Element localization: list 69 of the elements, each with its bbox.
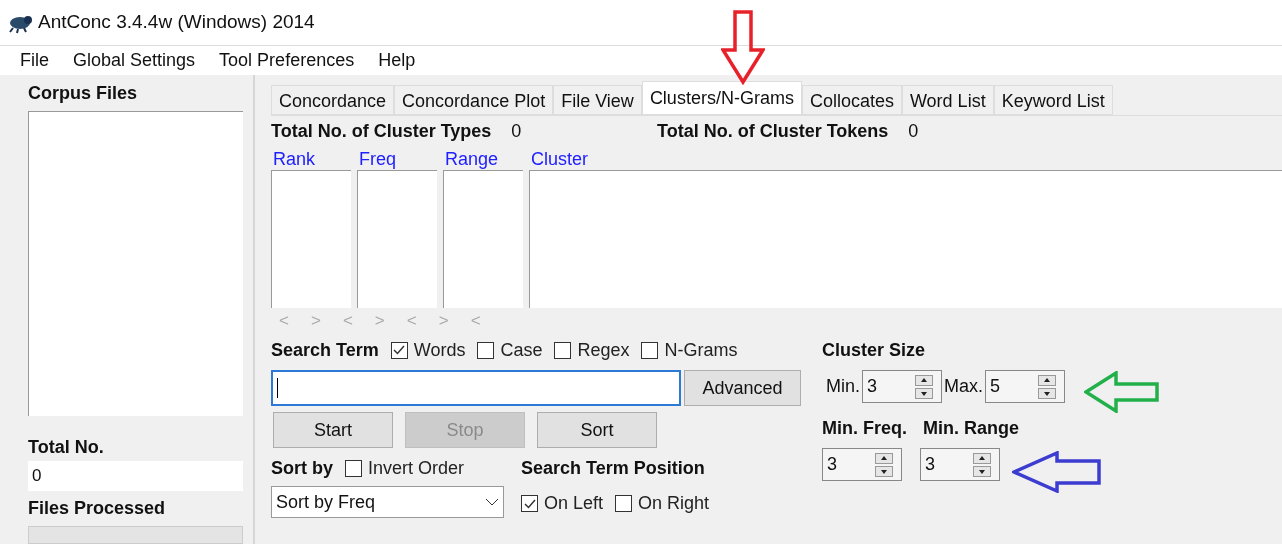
checkbox-label: Case [500,338,543,362]
checkbox[interactable] [345,459,362,477]
field-label: Search Term [271,338,379,362]
checkbox-label: On Left [544,492,604,515]
spin-down-icon[interactable] [1038,387,1057,399]
tab[interactable]: Concordance [271,85,395,115]
checkbox[interactable] [390,341,408,359]
checkbox-label: N-Grams [664,338,738,362]
number-spinner[interactable]: 3 [822,448,902,481]
menu-item[interactable]: Global Settings [73,47,196,74]
check-icon [393,345,406,355]
field-label: Cluster Size [822,339,927,362]
field-label: Min. Range [923,417,1019,440]
sort-dropdown[interactable]: Sort by Freq [271,486,504,518]
checkbox[interactable] [641,341,659,359]
annotation-arrow-icon [1084,371,1160,413]
column-header[interactable]: Range [443,146,523,170]
advanced-button[interactable]: Advanced [684,370,801,406]
tab[interactable]: Clusters/N-Grams [641,81,802,115]
tab[interactable]: File View [553,85,642,115]
tab[interactable]: Concordance Plot [394,85,554,115]
stat-value: 0 [511,119,522,143]
chevron-down-icon [485,498,499,506]
field-label: Min. [826,375,860,398]
field-label: Min. Freq. [822,417,907,440]
number-spinner[interactable]: 5 [985,370,1066,403]
menu-item[interactable]: Tool Preferences [219,47,355,74]
total-count-field: 0 [28,460,243,491]
column-header[interactable]: Rank [271,146,351,170]
spin-down-icon[interactable] [973,465,991,477]
spin-up-icon[interactable] [915,374,933,386]
menu-item[interactable]: Help [378,47,416,74]
field-label: Files Processed [28,496,167,520]
spin-up-icon[interactable] [1038,374,1057,386]
check-icon [523,498,536,509]
stat-label: Total No. of Cluster Tokens [657,119,889,143]
checkbox-label: Regex [577,338,630,362]
column-header[interactable]: Freq [357,146,437,170]
tab[interactable]: Keyword List [993,85,1113,115]
stat-value: 0 [908,119,919,143]
panel-title: Corpus Files [28,82,139,105]
window-title: AntConc 3.4.4w (Windows) 2014 [38,10,315,35]
annotation-arrow-icon [721,10,765,85]
checkbox-label: On Right [638,492,710,515]
annotation-arrow-icon [1012,451,1102,493]
checkbox[interactable] [521,495,538,512]
menu-item[interactable]: File [20,47,49,74]
field-label: Sort by [271,456,333,480]
checkbox-label: Words [413,338,466,362]
tab[interactable]: Collocates [801,85,902,115]
checkbox-label: Invert Order [368,456,465,480]
spin-down-icon[interactable] [915,387,933,399]
checkbox[interactable] [554,341,572,359]
checkbox[interactable] [477,341,495,359]
spin-down-icon[interactable] [875,465,893,477]
search-field[interactable] [271,370,681,406]
spin-up-icon[interactable] [973,452,991,464]
action-button[interactable]: Sort [537,412,657,448]
number-spinner[interactable]: 3 [862,370,942,403]
spin-up-icon[interactable] [875,452,893,464]
tab[interactable]: Word List [901,85,994,115]
field-label: Search Term Position [521,457,706,480]
field-label: Max. [944,375,984,398]
column-header[interactable]: Cluster [529,146,1282,170]
field-label: Total No. [28,435,105,459]
stat-label: Total No. of Cluster Types [271,119,492,143]
action-button[interactable]: Start [273,412,393,448]
checkbox[interactable] [615,495,633,512]
number-spinner[interactable]: 3 [920,448,1000,481]
